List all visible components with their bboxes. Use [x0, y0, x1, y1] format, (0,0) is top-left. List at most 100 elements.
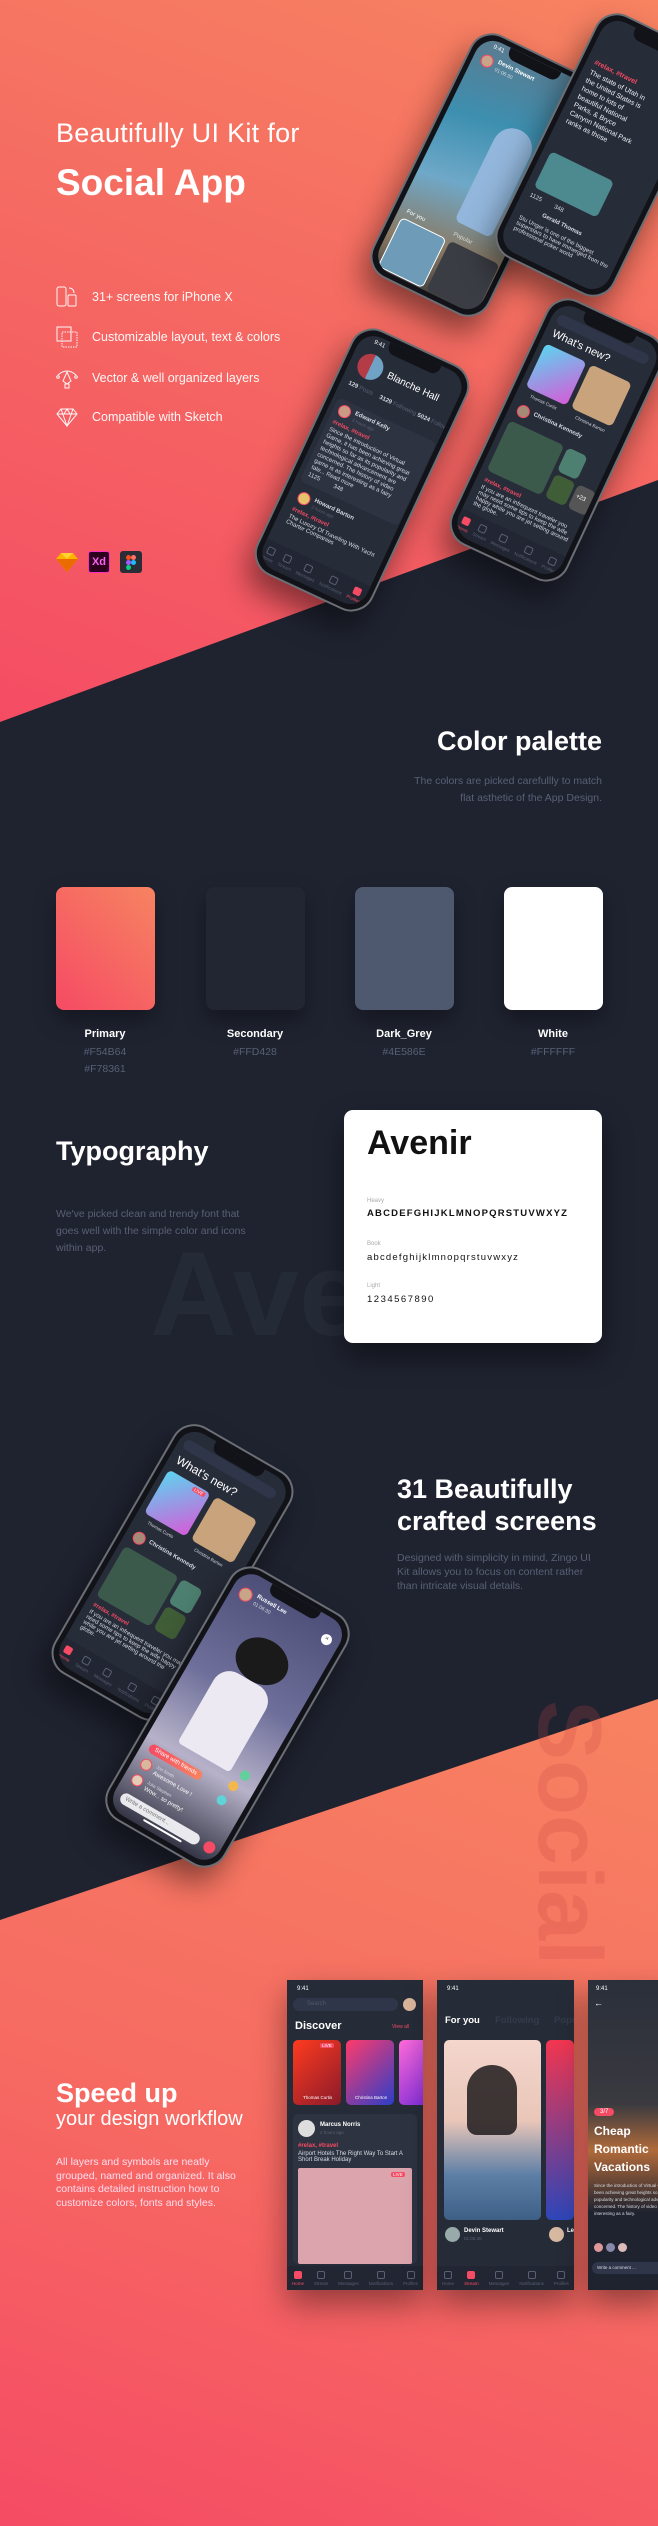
feature-label: 31+ screens for iPhone X	[92, 290, 233, 304]
tab-popular[interactable]: Popular	[554, 2015, 574, 2026]
swatch-hex: #FFFFFF	[530, 1046, 576, 1058]
tab-bar: Home Stream Messages Notifications Profi…	[287, 2266, 423, 2290]
tab-home[interactable]: Home	[291, 2270, 304, 2286]
comment-input[interactable]: Write a comment ...	[592, 2262, 658, 2274]
figma-icon	[120, 551, 142, 573]
avatar	[138, 1756, 155, 1773]
avatar[interactable]	[403, 1998, 416, 2011]
tab-stream[interactable]: Stream	[314, 2270, 328, 2286]
tab-icon	[303, 562, 315, 574]
tab-stream[interactable]: Stream	[277, 552, 296, 572]
palette-description: The colors are picked carefullly to matc…	[414, 775, 602, 804]
speed-title: Speed up	[56, 2078, 178, 2108]
layers-icon	[56, 326, 78, 348]
tab-label: Profiles	[553, 2280, 569, 2286]
tab-notifications[interactable]: Notifications	[519, 2270, 544, 2286]
vector-pen-icon	[56, 370, 78, 389]
avatar	[618, 2243, 627, 2252]
tab-notifications[interactable]: Notifications	[319, 571, 348, 595]
status-time: 9:41	[372, 339, 387, 350]
followers-count: 5024	[416, 412, 431, 424]
photo	[298, 2168, 412, 2264]
tab-messages[interactable]: Messages	[490, 530, 515, 553]
tab-icon	[317, 2270, 326, 2279]
avatar	[594, 2243, 603, 2252]
tab-messages[interactable]: Messages	[295, 560, 320, 583]
font-specimen-card: Avenir Heavy ABCDEFGHIJKLMNOPQRSTUVWXYZ …	[344, 1110, 602, 1343]
close-icon[interactable]: ×	[318, 1632, 334, 1648]
tab-notifications[interactable]: Notifications	[369, 2270, 393, 2286]
tab-notifications[interactable]: Notifications	[117, 1677, 146, 1703]
tab-home[interactable]: Home	[456, 514, 473, 533]
social-watermark: Social	[519, 1700, 619, 1966]
speed-subtitle: your design workflow	[56, 2108, 243, 2130]
posts-count: 129	[347, 380, 359, 391]
stream-user-name: Le	[567, 2228, 574, 2234]
feature-item: Customizable layout, text & colors	[56, 326, 280, 348]
heart-reaction-icon	[214, 1793, 229, 1808]
feature-label: Customizable layout, text & colors	[92, 330, 281, 344]
status-time: 9:41	[297, 1986, 309, 1992]
tab-icon	[265, 545, 277, 556]
avatar	[298, 2120, 315, 2137]
adobe-xd-icon: Xd	[88, 551, 110, 573]
search-input[interactable]: Search	[293, 1998, 398, 2011]
tab-icon	[467, 2270, 476, 2279]
tab-stream[interactable]: Stream	[74, 1653, 94, 1673]
tab-messages[interactable]: Messages	[93, 1664, 118, 1687]
tab-icon	[498, 532, 510, 544]
view-all-link[interactable]: View all	[392, 2024, 409, 2030]
posts-label: Posts	[357, 385, 374, 398]
typography-title: Typography	[56, 1136, 209, 1166]
phone-notch	[631, 27, 658, 63]
tab-messages[interactable]: Messages	[489, 2270, 509, 2286]
tab-home[interactable]: Home	[442, 2270, 454, 2286]
tab-label: Home	[291, 2280, 304, 2286]
tab-icon	[282, 553, 294, 564]
tab-stream[interactable]: Stream	[464, 2270, 479, 2286]
tab-icon	[351, 585, 363, 597]
swatch-hex: #FFD428	[233, 1046, 277, 1058]
tab-profiles[interactable]: Profiles	[403, 2270, 418, 2286]
swatch-name: White	[538, 1028, 568, 1040]
tab-for-you[interactable]: For you	[445, 2015, 480, 2026]
sketch-icon	[56, 551, 78, 573]
tab-label: Stream	[464, 2280, 479, 2286]
story-card[interactable]	[399, 2040, 423, 2105]
tab-icon	[293, 2270, 302, 2279]
feature-item: Compatible with Sketch	[56, 406, 223, 428]
photo	[556, 447, 588, 481]
tab-following[interactable]: Following	[495, 2015, 539, 2026]
avatar	[606, 2243, 615, 2252]
profile-name: Blanche Hall	[385, 370, 441, 405]
send-icon[interactable]	[201, 1839, 218, 1856]
page-counter: 3/7	[594, 2108, 615, 2116]
tab-stream[interactable]: Stream	[472, 522, 491, 542]
devices-icon	[56, 286, 77, 307]
status-time: 9:41	[492, 44, 506, 55]
tab-icon	[557, 2270, 566, 2279]
article-text: Since the introduction of Virtual Game, …	[594, 2183, 658, 2216]
weight-sample: ABCDEFGHIJKLMNOPQRSTUVWXYZ	[367, 1208, 569, 1219]
back-arrow-icon[interactable]: ←	[594, 1998, 603, 2008]
sketch-diamond-icon	[56, 408, 78, 428]
tab-home[interactable]: Home	[261, 544, 278, 563]
swatch-hex: #F78361	[84, 1063, 126, 1075]
tab-icon	[406, 2270, 415, 2279]
tab-profiles[interactable]: Profiles	[541, 554, 561, 574]
tab-home[interactable]: Home	[58, 1644, 76, 1663]
screen-for-you: 9:41 For you Following Popular Devin Ste…	[437, 1980, 574, 2290]
comments-count: 348	[552, 204, 565, 215]
discover-title: Discover	[295, 2020, 342, 2032]
stream-user-name: Devin Stewart	[464, 2228, 504, 2234]
post-tags: #relax, #travel	[298, 2143, 339, 2149]
tab-notifications[interactable]: Notifications	[514, 541, 543, 565]
tab-messages[interactable]: Messages	[338, 2270, 359, 2286]
tab-profiles[interactable]: Profiles	[553, 2270, 569, 2286]
following-label: Following	[391, 401, 418, 418]
tab-profiles[interactable]: Profiles	[346, 584, 366, 604]
typography-description: We've picked clean and trendy font that g…	[56, 1208, 246, 1254]
screen-article: 9:41 ← 3/7 Cheap Romantic Vacations Since …	[588, 1980, 658, 2290]
palette-title: Color palette	[436, 726, 602, 756]
avatar	[353, 349, 388, 385]
